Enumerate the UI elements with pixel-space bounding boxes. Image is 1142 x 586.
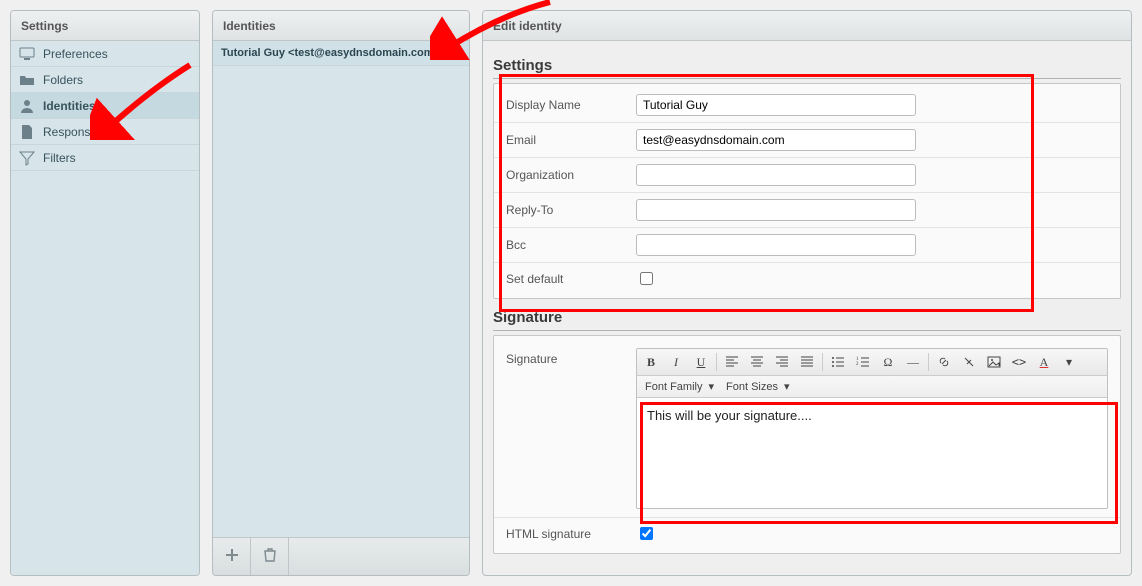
code-button[interactable]: <> xyxy=(1007,351,1031,373)
email-input[interactable] xyxy=(636,129,916,151)
monitor-icon xyxy=(19,46,35,62)
sidebar-item-filters[interactable]: Filters xyxy=(11,145,199,171)
person-icon xyxy=(19,98,35,114)
identities-panel: Identities Tutorial Guy <test@easydnsdom… xyxy=(212,10,470,576)
bullet-list-button[interactable] xyxy=(826,351,850,373)
reply-to-input[interactable] xyxy=(636,199,916,221)
signature-fieldset: Signature B I U xyxy=(493,335,1121,554)
font-family-dropdown[interactable]: Font Family ▾ xyxy=(645,380,714,393)
set-default-checkbox[interactable] xyxy=(640,272,653,285)
signature-section-heading: Signature xyxy=(493,305,1121,331)
italic-button[interactable]: I xyxy=(664,351,688,373)
sidebar-item-preferences[interactable]: Preferences xyxy=(11,41,199,67)
image-button[interactable] xyxy=(982,351,1006,373)
delete-identity-button[interactable] xyxy=(251,538,289,576)
sidebar-item-label: Identities xyxy=(43,99,96,113)
identity-item[interactable]: Tutorial Guy <test@easydnsdomain.com> xyxy=(213,41,469,66)
font-sizes-label: Font Sizes xyxy=(726,381,778,393)
sidebar-item-folders[interactable]: Folders xyxy=(11,67,199,93)
edit-identity-panel: Edit identity Settings Display Name Emai… xyxy=(482,10,1132,576)
settings-fieldset: Display Name Email Organization Reply-To… xyxy=(493,83,1121,299)
sidebar-item-responses[interactable]: Responses xyxy=(11,119,199,145)
reply-to-label: Reply-To xyxy=(506,203,636,217)
filter-icon xyxy=(19,150,35,166)
identity-item-label: Tutorial Guy <test@easydnsdomain.com> xyxy=(221,47,440,59)
signature-body[interactable]: This will be your signature.... xyxy=(637,398,1107,508)
settings-section-heading: Settings xyxy=(493,53,1121,79)
signature-label: Signature xyxy=(506,348,636,366)
sidebar-item-label: Folders xyxy=(43,73,83,87)
sidebar-item-label: Filters xyxy=(43,151,76,165)
align-right-button[interactable] xyxy=(770,351,794,373)
add-identity-button[interactable] xyxy=(213,538,251,576)
email-label: Email xyxy=(506,133,636,147)
special-char-button[interactable]: Ω xyxy=(876,351,900,373)
align-justify-button[interactable] xyxy=(795,351,819,373)
settings-sidebar: Settings Preferences Folders Identities xyxy=(10,10,200,576)
edit-identity-title: Edit identity xyxy=(483,11,1131,41)
sidebar-item-label: Preferences xyxy=(43,47,108,61)
plus-icon xyxy=(224,547,240,568)
svg-text:2: 2 xyxy=(856,362,859,367)
font-family-label: Font Family xyxy=(645,381,702,393)
more-button[interactable]: ▾ xyxy=(1057,351,1081,373)
chevron-down-icon: ▾ xyxy=(708,380,714,393)
underline-button[interactable]: U xyxy=(689,351,713,373)
align-left-button[interactable] xyxy=(720,351,744,373)
document-icon xyxy=(19,124,35,140)
text-color-button[interactable]: A xyxy=(1032,351,1056,373)
html-signature-checkbox[interactable] xyxy=(640,527,653,540)
identities-list: Tutorial Guy <test@easydnsdomain.com> xyxy=(213,41,469,537)
organization-input[interactable] xyxy=(636,164,916,186)
link-button[interactable] xyxy=(932,351,956,373)
bcc-input[interactable] xyxy=(636,234,916,256)
identities-panel-title: Identities xyxy=(213,11,469,41)
html-signature-label: HTML signature xyxy=(506,527,636,541)
settings-nav: Preferences Folders Identities Responses xyxy=(11,41,199,575)
trash-icon xyxy=(262,547,278,568)
font-sizes-dropdown[interactable]: Font Sizes ▾ xyxy=(726,380,790,393)
sidebar-item-identities[interactable]: Identities xyxy=(11,93,199,119)
display-name-input[interactable] xyxy=(636,94,916,116)
numbered-list-button[interactable]: 12 xyxy=(851,351,875,373)
organization-label: Organization xyxy=(506,168,636,182)
editor-toolbar: B I U 12 Ω xyxy=(637,349,1107,376)
hr-button[interactable]: — xyxy=(901,351,925,373)
settings-sidebar-title: Settings xyxy=(11,11,199,41)
bold-button[interactable]: B xyxy=(639,351,663,373)
folder-icon xyxy=(19,72,35,88)
display-name-label: Display Name xyxy=(506,98,636,112)
editor-toolbar-row2: Font Family ▾ Font Sizes ▾ xyxy=(637,376,1107,398)
unlink-button[interactable] xyxy=(957,351,981,373)
chevron-down-icon: ▾ xyxy=(784,380,790,393)
identities-toolbar xyxy=(213,537,469,575)
align-center-button[interactable] xyxy=(745,351,769,373)
signature-editor: B I U 12 Ω xyxy=(636,348,1108,509)
sidebar-item-label: Responses xyxy=(43,125,103,139)
bcc-label: Bcc xyxy=(506,238,636,252)
set-default-label: Set default xyxy=(506,272,636,286)
